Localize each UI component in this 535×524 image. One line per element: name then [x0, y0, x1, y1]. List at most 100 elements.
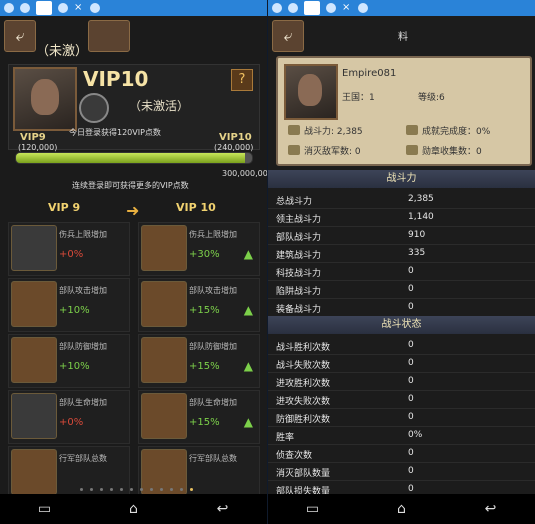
stat-value: 0: [408, 484, 414, 494]
player-realm: 王国：1: [342, 93, 375, 103]
settings-icon[interactable]: [272, 3, 282, 13]
stat-value: 1,140: [408, 212, 434, 222]
comparison-header: VIP 9 ➜ VIP 10: [8, 197, 258, 221]
buff-cell[interactable]: 伤兵上限增加 +0%: [8, 222, 130, 276]
up-arrow-icon: ▲: [243, 247, 253, 261]
stat-name: 陷阱战斗力: [276, 287, 322, 297]
nav-home-icon[interactable]: ⌂: [123, 501, 145, 517]
buff-value: +0%: [59, 417, 84, 428]
app-icon[interactable]: [58, 3, 68, 13]
stat-name: 胜率: [276, 433, 295, 443]
page-indicator[interactable]: [80, 488, 193, 491]
stat-row: 侦查次数 0: [268, 444, 535, 463]
nav-recent-icon[interactable]: ▭: [34, 501, 56, 517]
power-icon: [288, 125, 300, 135]
buff-cell[interactable]: 部队生命增加 +0%: [8, 390, 130, 444]
stat-value: 0: [408, 266, 414, 276]
nav-home-icon[interactable]: ⌂: [391, 501, 413, 517]
battle-section-header: 战斗状态: [268, 316, 535, 334]
nav-back-icon[interactable]: ↩: [212, 501, 234, 517]
account-icon[interactable]: [20, 3, 30, 13]
back-arrow-icon[interactable]: ⤶: [4, 20, 36, 52]
stat-name: 消灭部队数量: [276, 469, 331, 479]
search-icon[interactable]: [358, 3, 368, 13]
account-icon[interactable]: [288, 3, 298, 13]
buff-cell[interactable]: 伤兵上限增加 +30% ▲: [138, 222, 260, 276]
buff-label: 部队生命增加: [189, 398, 237, 407]
stat-value: 2,385: [408, 194, 434, 204]
login-tip: 连续登录即可获得更多的VIP点数: [72, 181, 189, 190]
up-arrow-icon: ▲: [243, 359, 253, 373]
buff-label: 行军部队总数: [189, 454, 237, 463]
stat-value: 0: [408, 340, 414, 350]
stat-row: 战斗失败次数 0: [268, 354, 535, 373]
buff-label: 行军部队总数: [59, 454, 107, 463]
buff-label: 部队攻击增加: [59, 286, 107, 295]
stat-value: 0: [408, 358, 414, 368]
buff-cell[interactable]: 部队攻击增加 +10%: [8, 278, 130, 332]
stat-name: 侦查次数: [276, 451, 313, 461]
avatar[interactable]: [284, 64, 338, 120]
stat-name: 进攻失败次数: [276, 397, 331, 407]
player-name: Empire081: [342, 68, 397, 79]
achievement-stat: 成就完成度：0%: [422, 127, 491, 137]
next-vip-level: VIP10: [219, 132, 252, 143]
status-bar: ×: [0, 0, 267, 16]
buff-label: 部队生命增加: [59, 398, 107, 407]
buff-icon: [141, 281, 187, 327]
stat-row: 消灭部队数量 0: [268, 462, 535, 481]
avatar[interactable]: [13, 67, 77, 131]
stat-name: 防御胜利次数: [276, 415, 331, 425]
buff-cell[interactable]: 部队生命增加 +15% ▲: [138, 390, 260, 444]
up-arrow-icon: ▲: [243, 303, 253, 317]
stat-value: 0: [408, 376, 414, 386]
buff-label: 部队攻击增加: [189, 286, 237, 295]
kills-stat: 消灭敌军数: 0: [304, 147, 361, 157]
achievement-icon: [406, 125, 418, 135]
stat-row: 领主战斗力 1,140: [268, 208, 535, 227]
buff-cell[interactable]: 部队防御增加 +15% ▲: [138, 334, 260, 388]
stat-name: 科技战斗力: [276, 269, 322, 279]
home-icon[interactable]: [36, 1, 52, 15]
stat-name: 建筑战斗力: [276, 251, 322, 261]
close-icon[interactable]: ×: [74, 3, 84, 13]
stat-value: 0: [408, 302, 414, 312]
buff-icon: [11, 393, 57, 439]
help-button[interactable]: ?: [231, 69, 253, 91]
status-bar: ×: [268, 0, 535, 16]
buff-cell[interactable]: 部队攻击增加 +15% ▲: [138, 278, 260, 332]
buff-value: +0%: [59, 249, 84, 260]
to-vip-tag: VIP 10: [176, 201, 216, 214]
from-vip-tag: VIP 9: [48, 201, 81, 214]
kills-icon: [288, 145, 300, 155]
app-icon[interactable]: [326, 3, 336, 13]
profile-screen: × ⤶ 料 Empire081 王国：1 等级:6 战斗力: 2,385 成就完…: [268, 0, 535, 524]
stat-row: 科技战斗力 0: [268, 262, 535, 281]
buff-icon: [11, 281, 57, 327]
close-icon[interactable]: ×: [342, 3, 352, 13]
buff-label: 部队防御增加: [189, 342, 237, 351]
stat-name: 进攻胜利次数: [276, 379, 331, 389]
medals-stat: 勋章收集数：0: [422, 147, 482, 157]
tab-icon[interactable]: [88, 20, 130, 52]
back-arrow-icon[interactable]: ⤶: [272, 20, 304, 52]
search-icon[interactable]: [90, 3, 100, 13]
page-title: 料: [398, 32, 408, 43]
buff-icon: [141, 337, 187, 383]
buff-cell[interactable]: 行军部队总数: [138, 446, 260, 500]
buff-value: +10%: [59, 305, 90, 316]
vip-level-title: VIP10: [83, 67, 149, 91]
power-section-header: 战斗力: [268, 170, 535, 188]
stat-row: 胜率 0%: [268, 426, 535, 445]
home-icon[interactable]: [304, 1, 320, 15]
buff-cell[interactable]: 部队防御增加 +10%: [8, 334, 130, 388]
stat-name: 部队战斗力: [276, 233, 322, 243]
buff-label: 伤兵上限增加: [59, 230, 107, 239]
nav-back-icon[interactable]: ↩: [480, 501, 502, 517]
buff-cell[interactable]: 行军部队总数: [8, 446, 130, 500]
nav-recent-icon[interactable]: ▭: [302, 501, 324, 517]
buff-icon: [11, 337, 57, 383]
buff-value: +30%: [189, 249, 220, 260]
settings-icon[interactable]: [4, 3, 14, 13]
stat-row: 部队战斗力 910: [268, 226, 535, 245]
